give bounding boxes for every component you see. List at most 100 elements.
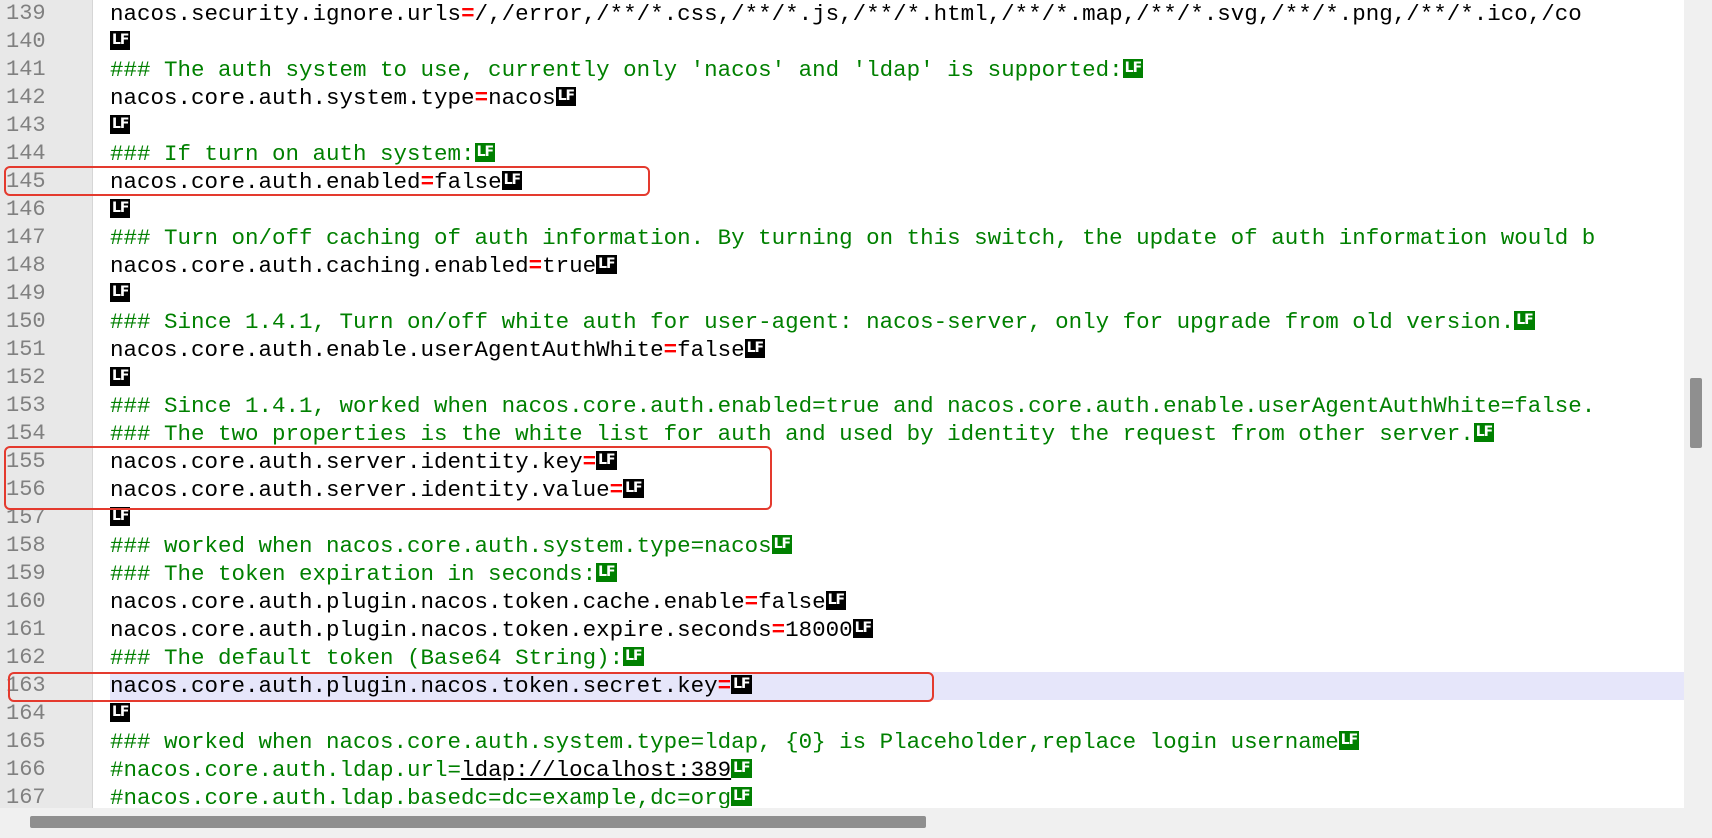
code-line[interactable]: 153 ### Since 1.4.1, worked when nacos.co…: [0, 392, 1684, 420]
code-line[interactable]: 167 #nacos.core.auth.ldap.basedc=dc=examp…: [0, 784, 1684, 808]
eol-lf-marker: LF: [596, 563, 617, 583]
line-text: nacos.core.auth.plugin.nacos.token.expir…: [110, 616, 1684, 644]
line-text: LF: [110, 280, 1684, 308]
eol-lf-marker: LF: [623, 647, 644, 667]
line-text: nacos.core.auth.system.type=nacos LF: [110, 84, 1684, 112]
property-key: nacos.core.auth.system.type: [110, 85, 475, 111]
vertical-scrollbar[interactable]: [1684, 0, 1712, 808]
code-line[interactable]: 165 ### worked when nacos.core.auth.syste…: [0, 728, 1684, 756]
code-line[interactable]: 141 ### The auth system to use, currently…: [0, 56, 1684, 84]
code-line[interactable]: 148 nacos.core.auth.caching.enabled=true L…: [0, 252, 1684, 280]
equals-operator: =: [771, 617, 786, 643]
eol-lf-marker: LF: [744, 339, 766, 359]
line-text: ### Turn on/off caching of auth informat…: [110, 224, 1684, 252]
code-line[interactable]: 164 LF: [0, 700, 1684, 728]
code-line[interactable]: 154 ### The two properties is the white l…: [0, 420, 1684, 448]
equals-operator: =: [717, 673, 732, 699]
code-line[interactable]: 159 ### The token expiration in seconds: L…: [0, 560, 1684, 588]
equals-operator: =: [663, 337, 678, 363]
line-number: 155: [6, 449, 46, 474]
property-value: false: [434, 169, 502, 195]
line-text: nacos.core.auth.enable.userAgentAuthWhit…: [110, 336, 1684, 364]
code-line[interactable]: 161 nacos.core.auth.plugin.nacos.token.ex…: [0, 616, 1684, 644]
line-text: ### worked when nacos.core.auth.system.t…: [110, 728, 1684, 756]
code-line[interactable]: 149 LF: [0, 280, 1684, 308]
eol-lf-marker: LF: [110, 507, 131, 527]
code-line[interactable]: 152 LF: [0, 364, 1684, 392]
code-line[interactable]: 143 LF: [0, 112, 1684, 140]
code-line[interactable]: 139 nacos.security.ignore.urls=/,/error,/…: [0, 0, 1684, 28]
code-line[interactable]: 142 nacos.core.auth.system.type=nacos LF: [0, 84, 1684, 112]
line-text: ### Since 1.4.1, worked when nacos.core.…: [110, 392, 1684, 420]
comment-text: #nacos.core.auth.ldap.basedc=dc=example,…: [110, 785, 732, 808]
property-key: nacos.core.auth.enable.userAgentAuthWhit…: [110, 337, 664, 363]
code-line[interactable]: 151 nacos.core.auth.enable.userAgentAuthW…: [0, 336, 1684, 364]
scrollbar-corner: [1684, 808, 1712, 838]
code-editor[interactable]: 139 nacos.security.ignore.urls=/,/error,/…: [0, 0, 1684, 808]
property-value: true: [542, 253, 597, 279]
line-number: 154: [6, 421, 46, 446]
line-number: 143: [6, 113, 46, 138]
comment-text: ### The default token (Base64 String):: [110, 645, 624, 671]
code-line[interactable]: 163 nacos.core.auth.plugin.nacos.token.se…: [0, 672, 1684, 700]
eol-lf-marker: LF: [852, 619, 874, 639]
code-line[interactable]: 156 nacos.core.auth.server.identity.value…: [0, 476, 1684, 504]
line-number: 141: [6, 57, 46, 82]
eol-lf-marker: LF: [555, 87, 577, 107]
equals-operator: =: [582, 449, 597, 475]
line-number: 160: [6, 589, 46, 614]
eol-lf-marker: LF: [731, 759, 752, 779]
eol-lf-marker: LF: [110, 31, 131, 51]
code-line[interactable]: 155 nacos.core.auth.server.identity.key= L…: [0, 448, 1684, 476]
eol-lf-marker: LF: [731, 675, 752, 695]
comment-text: ### Since 1.4.1, Turn on/off white auth …: [110, 309, 1515, 335]
equals-operator: =: [420, 169, 435, 195]
equals-operator: =: [528, 253, 543, 279]
code-line[interactable]: 160 nacos.core.auth.plugin.nacos.token.ca…: [0, 588, 1684, 616]
code-line[interactable]: 147 ### Turn on/off caching of auth infor…: [0, 224, 1684, 252]
line-text: #nacos.core.auth.ldap.basedc=dc=example,…: [110, 784, 1684, 808]
eol-lf-marker: LF: [596, 255, 617, 275]
line-number: 162: [6, 645, 46, 670]
line-number: 156: [6, 477, 46, 502]
code-line[interactable]: 145 nacos.core.auth.enabled=false LF: [0, 168, 1684, 196]
property-value: nacos: [488, 85, 556, 111]
horizontal-scrollbar[interactable]: [0, 808, 1684, 838]
line-text: nacos.core.auth.server.identity.key= LF: [110, 448, 1684, 476]
eol-lf-marker: LF: [474, 143, 496, 163]
code-line[interactable]: 150 ### Since 1.4.1, Turn on/off white au…: [0, 308, 1684, 336]
line-text: LF: [110, 364, 1684, 392]
line-text: ### Since 1.4.1, Turn on/off white auth …: [110, 308, 1684, 336]
property-key: nacos.core.auth.enabled: [110, 169, 421, 195]
line-text: ### The two properties is the white list…: [110, 420, 1684, 448]
property-value: 18000: [785, 617, 853, 643]
eol-lf-marker: LF: [110, 703, 131, 723]
line-number: 149: [6, 281, 46, 306]
property-key: nacos.core.auth.caching.enabled: [110, 253, 529, 279]
eol-lf-marker: LF: [1338, 731, 1360, 751]
code-line[interactable]: 140 LF: [0, 28, 1684, 56]
eol-lf-marker: LF: [110, 115, 131, 135]
horizontal-scroll-thumb[interactable]: [30, 816, 926, 828]
vertical-scroll-thumb[interactable]: [1690, 378, 1702, 448]
line-number: 159: [6, 561, 46, 586]
line-text: nacos.core.auth.caching.enabled=true LF: [110, 252, 1684, 280]
code-line[interactable]: 146 LF: [0, 196, 1684, 224]
line-text: ### If turn on auth system: LF: [110, 140, 1684, 168]
line-text: LF: [110, 196, 1684, 224]
property-key: nacos.core.auth.plugin.nacos.token.secre…: [110, 673, 718, 699]
line-text: LF: [110, 28, 1684, 56]
line-number: 150: [6, 309, 46, 334]
line-text: nacos.core.auth.plugin.nacos.token.cache…: [110, 588, 1684, 616]
property-key: nacos.core.auth.server.identity.key: [110, 449, 583, 475]
line-number: 148: [6, 253, 46, 278]
code-line[interactable]: 166 #nacos.core.auth.ldap.url=ldap://loca…: [0, 756, 1684, 784]
line-text: ### worked when nacos.core.auth.system.t…: [110, 532, 1684, 560]
code-line[interactable]: 158 ### worked when nacos.core.auth.syste…: [0, 532, 1684, 560]
code-line[interactable]: 144 ### If turn on auth system: LF: [0, 140, 1684, 168]
eol-lf-marker: LF: [1514, 311, 1535, 331]
code-line[interactable]: 162 ### The default token (Base64 String)…: [0, 644, 1684, 672]
code-line[interactable]: 157 LF: [0, 504, 1684, 532]
equals-operator: =: [461, 1, 475, 27]
line-number: 165: [6, 729, 46, 754]
